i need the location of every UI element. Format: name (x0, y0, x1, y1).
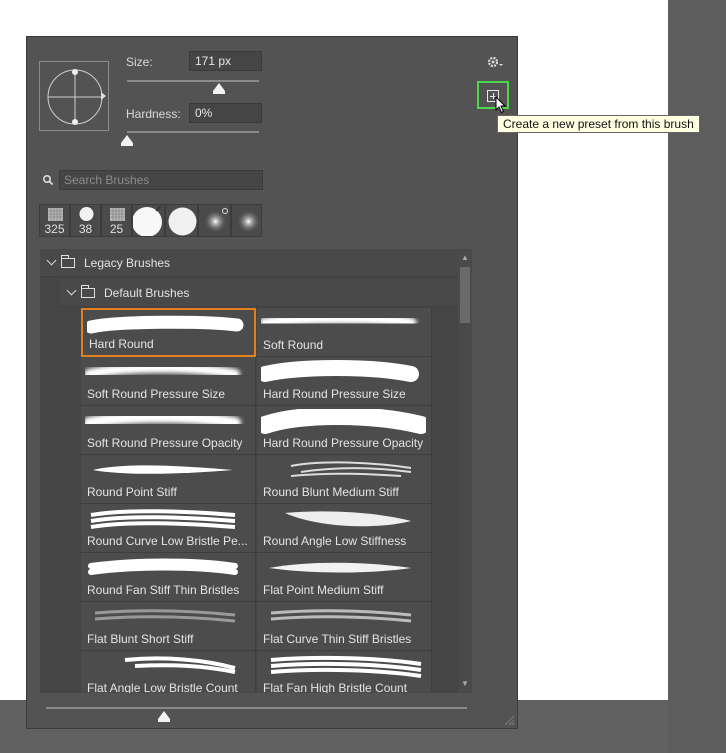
brush-stroke-preview-icon (85, 363, 240, 379)
vertical-scrollbar[interactable]: ▲ ▼ (458, 249, 472, 693)
brush-tile-hard-round[interactable]: Hard Round (81, 308, 256, 357)
chevron-down-icon[interactable] (46, 255, 57, 266)
brush-name: Flat Fan High Bristle Count (263, 681, 408, 693)
folder-icon (81, 285, 95, 298)
gear-icon[interactable] (486, 55, 504, 69)
tooltip: Create a new preset from this brush (497, 115, 700, 133)
brush-tile-hard-round-pressure-size[interactable]: Hard Round Pressure Size (257, 357, 432, 406)
recent-brush-6[interactable] (231, 204, 262, 237)
folder-legacy-brushes[interactable]: Legacy Brushes (40, 249, 458, 277)
brush-tile-round-angle-low-stiffness[interactable]: Round Angle Low Stiffness (257, 504, 432, 553)
brush-name: Hard Round Pressure Size (263, 387, 406, 401)
large-round-brush-icon (133, 205, 162, 236)
brush-stroke-preview-icon (290, 461, 412, 477)
brush-tile-round-fan-stiff-thin-bristles[interactable]: Round Fan Stiff Thin Bristles (81, 553, 256, 602)
hardness-label: Hardness: (126, 107, 181, 121)
recent-brush-3[interactable] (132, 204, 165, 237)
brush-name: Round Curve Low Bristle Pe... (87, 534, 248, 548)
brush-name: Round Blunt Medium Stiff (263, 485, 399, 499)
recent-brush-size: 38 (78, 222, 93, 236)
mouse-cursor-icon (495, 96, 507, 114)
hardness-slider-thumb[interactable] (121, 135, 133, 146)
brush-stroke-preview-icon (261, 409, 426, 434)
brush-stroke-preview-icon (261, 360, 419, 382)
brush-tile-round-curve-low-bristle-pe[interactable]: Round Curve Low Bristle Pe... (81, 504, 256, 553)
recent-brush-5[interactable] (198, 204, 231, 237)
brush-tile-flat-angle-low-bristle-count[interactable]: Flat Angle Low Bristle Count (81, 651, 256, 693)
brush-list: Legacy Brushes Default Brushes Hard Roun… (40, 249, 458, 693)
size-slider-thumb[interactable] (213, 83, 226, 94)
search-input[interactable]: Search Brushes (59, 170, 263, 190)
search-icon (42, 174, 54, 186)
preview-size-slider-track[interactable] (46, 707, 467, 709)
brush-name: Round Angle Low Stiffness (263, 534, 407, 548)
brush-tile-soft-round[interactable]: Soft Round (257, 308, 432, 357)
canvas-gray-right (668, 0, 726, 753)
hardness-field[interactable]: 0% (189, 103, 262, 123)
brush-name: Flat Blunt Short Stiff (87, 632, 194, 646)
brush-stroke-preview-icon (85, 411, 241, 429)
folder-label: Legacy Brushes (84, 256, 171, 270)
folder-label: Default Brushes (104, 286, 190, 300)
brush-tile-flat-curve-thin-stiff-bristles[interactable]: Flat Curve Thin Stiff Bristles (257, 602, 432, 651)
size-field[interactable]: 171 px (189, 51, 262, 71)
brush-name: Hard Round Pressure Opacity (263, 436, 424, 450)
soft-round-brush-icon (236, 209, 261, 234)
folder-default-brushes[interactable]: Default Brushes (60, 279, 458, 307)
brush-tile-soft-round-pressure-opacity[interactable]: Soft Round Pressure Opacity (81, 406, 256, 455)
brush-name: Flat Curve Thin Stiff Bristles (263, 632, 412, 646)
brush-stroke-preview-icon (285, 511, 411, 527)
brush-stroke-preview-icon (261, 313, 417, 329)
scroll-up-icon[interactable]: ▲ (461, 253, 469, 262)
brush-tile-hard-round-pressure-opacity[interactable]: Hard Round Pressure Opacity (257, 406, 432, 455)
brush-stroke-preview-icon (124, 656, 236, 674)
recent-brush-1[interactable]: 38 (70, 204, 101, 237)
recent-brush-0[interactable]: 325 (39, 204, 70, 237)
brush-tile-soft-round-pressure-size[interactable]: Soft Round Pressure Size (81, 357, 256, 406)
recent-brush-2[interactable]: 25 (101, 204, 132, 237)
size-label: Size: (126, 55, 153, 69)
brush-name: Soft Round Pressure Opacity (87, 436, 243, 450)
brush-name: Round Point Stiff (87, 485, 177, 499)
brush-tile-flat-blunt-short-stiff[interactable]: Flat Blunt Short Stiff (81, 602, 256, 651)
brush-stroke-preview-icon (269, 562, 411, 573)
brush-stroke-preview-icon (90, 509, 236, 529)
hardness-slider-track[interactable] (127, 131, 259, 133)
soft-round-brush-icon (203, 208, 228, 234)
brush-stroke-preview-icon (88, 558, 238, 575)
chevron-down-icon[interactable] (66, 285, 77, 296)
preview-size-slider-thumb[interactable] (157, 711, 170, 722)
round-brush-icon (168, 207, 197, 236)
brush-stroke-preview-icon (94, 609, 236, 623)
recent-brush-size: 25 (109, 222, 124, 236)
brush-tile-round-point-stiff[interactable]: Round Point Stiff (81, 455, 256, 504)
scrollbar-thumb[interactable] (460, 267, 470, 323)
brush-angle-icon (47, 69, 103, 125)
brush-name: Flat Point Medium Stiff (263, 583, 384, 597)
brush-tile-flat-point-medium-stiff[interactable]: Flat Point Medium Stiff (257, 553, 432, 602)
brush-name: Soft Round Pressure Size (87, 387, 226, 401)
brush-stroke-preview-icon (93, 465, 233, 474)
brush-tip-preview[interactable] (39, 61, 109, 131)
angle-arrow-icon[interactable] (101, 92, 106, 100)
recent-brush-size: 325 (44, 222, 65, 236)
size-slider-track[interactable] (127, 80, 259, 82)
brush-preset-picker-panel: Size: 171 px Hardness: 0% Search Brushes… (26, 36, 518, 729)
brush-tile-flat-fan-high-bristle-count[interactable]: Flat Fan High Bristle Count (257, 651, 432, 693)
brush-name: Round Fan Stiff Thin Bristles (87, 583, 240, 597)
scroll-down-icon[interactable]: ▼ (461, 679, 469, 688)
brush-name: Flat Angle Low Bristle Count (87, 681, 238, 693)
brush-tile-round-blunt-medium-stiff[interactable]: Round Blunt Medium Stiff (257, 455, 432, 504)
folder-icon (61, 255, 75, 268)
brush-stroke-preview-icon (270, 609, 412, 623)
brush-name: Hard Round (89, 337, 154, 351)
brush-name: Soft Round (263, 338, 324, 352)
brush-stroke-preview-icon (270, 655, 422, 678)
recent-brush-4[interactable] (165, 204, 198, 237)
resize-grip-icon[interactable] (503, 714, 515, 726)
